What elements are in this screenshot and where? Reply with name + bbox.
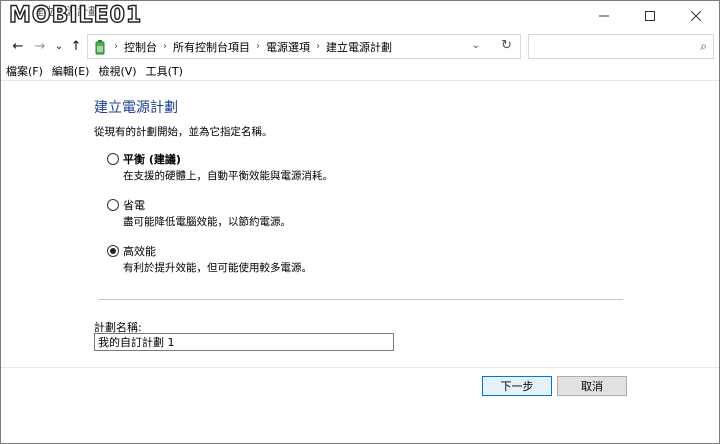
chevron-down-icon: ⌄: [54, 40, 64, 52]
up-button[interactable]: ↑: [67, 37, 85, 55]
breadcrumb-separator: ›: [114, 41, 118, 52]
power-options-icon: [95, 39, 105, 54]
breadcrumb-all-items[interactable]: 所有控制台項目: [173, 39, 250, 55]
maximize-button[interactable]: [627, 1, 673, 31]
plan-name-input[interactable]: [94, 333, 394, 351]
intro-text: 從現有的計劃開始，並為它指定名稱。: [94, 126, 273, 138]
close-button[interactable]: [673, 1, 719, 31]
plan-desc-balanced: 在支援的硬體上，自動平衡效能與電源消耗。: [123, 170, 333, 182]
menu-bar: 檔案(F) 編輯(E) 檢視(V) 工具(T): [1, 63, 719, 81]
forward-button[interactable]: →: [31, 37, 49, 55]
refresh-icon[interactable]: ↻: [501, 38, 512, 53]
back-arrow-icon: ←: [12, 38, 24, 54]
forward-arrow-icon: →: [34, 38, 46, 54]
address-bar[interactable]: › 控制台 › 所有控制台項目 › 電源選項 › 建立電源計劃 ⌄ ↻: [87, 34, 521, 59]
create-power-plan-window: 建立電源計劃 MOBILE01 ← → ⌄ ↑ › 控制台 › 所有控制台項目 …: [0, 0, 720, 444]
next-button[interactable]: 下一步: [482, 376, 552, 396]
search-icon: ⌕: [700, 39, 707, 53]
title-bar: 建立電源計劃 MOBILE01: [1, 1, 719, 31]
footer-divider: [1, 367, 719, 368]
up-arrow-icon: ↑: [70, 38, 82, 54]
plan-label-power-saver[interactable]: 省電: [123, 197, 145, 213]
page-title: 建立電源計劃: [94, 100, 178, 116]
breadcrumb-separator[interactable]: ›: [256, 41, 260, 52]
navigation-bar: ← → ⌄ ↑ › 控制台 › 所有控制台項目 › 電源選項 › 建立電源計劃 …: [1, 31, 719, 62]
breadcrumb-control-panel[interactable]: 控制台: [124, 39, 157, 55]
back-button[interactable]: ←: [9, 37, 27, 55]
plan-label-balanced[interactable]: 平衡 (建議): [123, 151, 181, 167]
minimize-button[interactable]: [581, 1, 627, 31]
search-input[interactable]: ⌕: [528, 34, 714, 59]
radio-high-performance[interactable]: [107, 245, 119, 257]
breadcrumb-separator[interactable]: ›: [316, 41, 320, 52]
close-icon: [691, 11, 701, 21]
watermark-logo: MOBILE01: [8, 3, 143, 28]
window-controls: [581, 1, 719, 31]
breadcrumb-create-plan[interactable]: 建立電源計劃: [326, 39, 392, 55]
divider: [98, 299, 623, 300]
address-dropdown-icon[interactable]: ⌄: [472, 40, 480, 51]
recent-locations-button[interactable]: ⌄: [50, 37, 68, 55]
cancel-button[interactable]: 取消: [557, 376, 627, 396]
menu-tools[interactable]: 工具(T): [141, 63, 187, 80]
breadcrumb-separator[interactable]: ›: [163, 41, 167, 52]
minimize-icon: [599, 15, 609, 17]
plan-label-high-performance[interactable]: 高效能: [123, 243, 156, 259]
plan-desc-high-performance: 有利於提升效能，但可能使用較多電源。: [123, 262, 312, 274]
maximize-icon: [645, 11, 655, 21]
radio-power-saver[interactable]: [107, 199, 119, 211]
radio-balanced[interactable]: [107, 153, 119, 165]
menu-file[interactable]: 檔案(F): [1, 63, 47, 80]
plan-desc-power-saver: 盡可能降低電腦效能，以節約電源。: [123, 216, 291, 228]
menu-edit[interactable]: 編輯(E): [47, 63, 94, 80]
breadcrumb-power-options[interactable]: 電源選項: [266, 39, 310, 55]
menu-view[interactable]: 檢視(V): [93, 63, 140, 80]
